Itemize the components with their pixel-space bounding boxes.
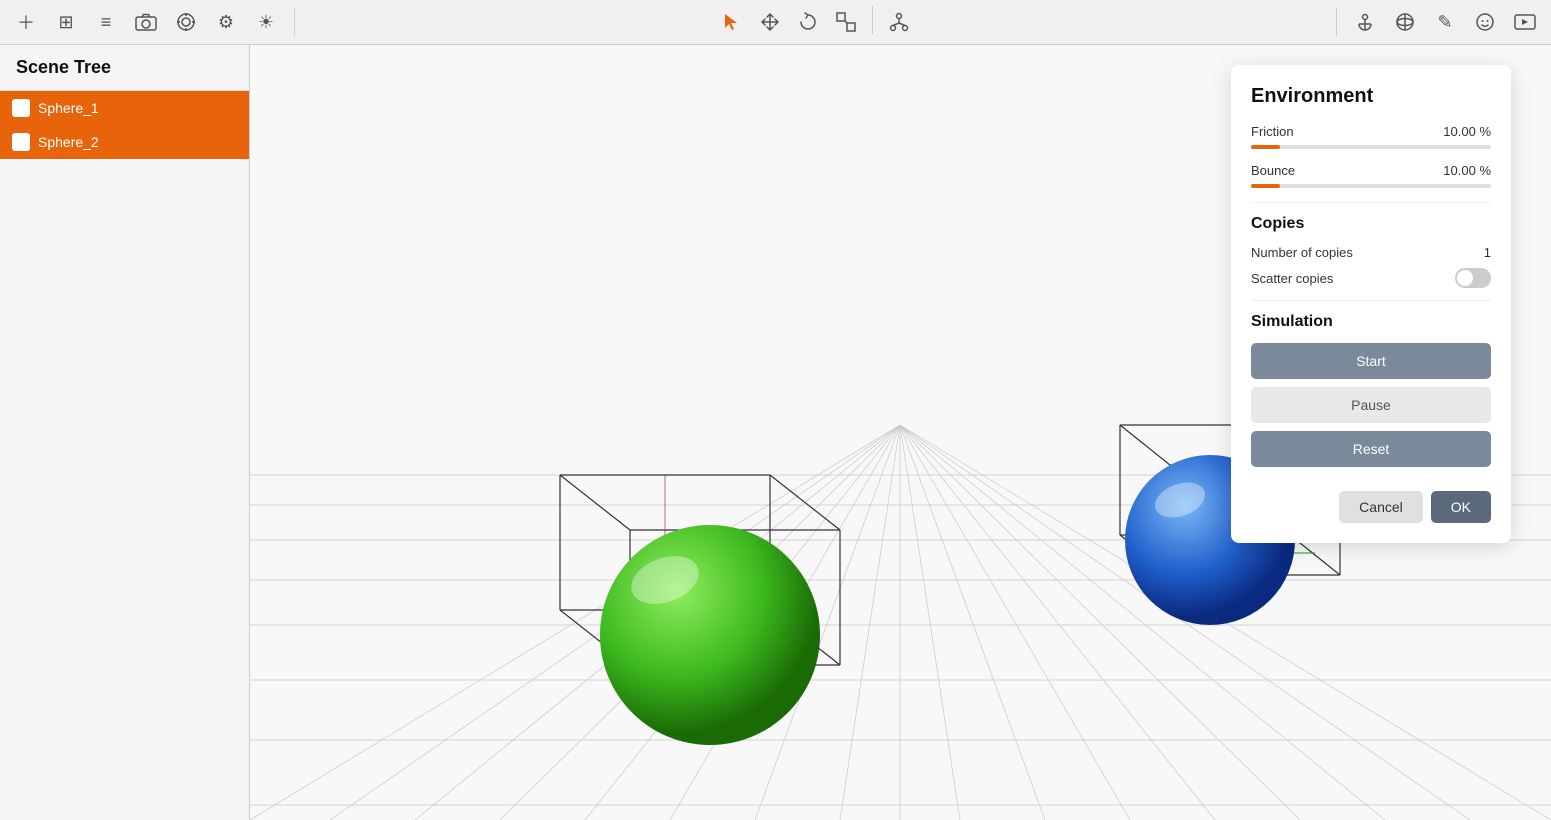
bounce-row: Bounce 10.00 % xyxy=(1251,163,1491,178)
hierarchy-tool[interactable] xyxy=(883,6,915,38)
divider-2 xyxy=(1251,300,1491,301)
scatter-copies-row: Scatter copies xyxy=(1251,268,1491,288)
sun-button[interactable]: ☀ xyxy=(250,6,282,38)
scene-item-sphere2[interactable]: Sphere_2 xyxy=(0,125,249,159)
environment-panel: Environment Friction 10.00 % Bounce 10.0… xyxy=(1231,65,1511,543)
grid-button[interactable]: ⊞ xyxy=(50,6,82,38)
physics-tool[interactable] xyxy=(1389,6,1421,38)
cancel-button[interactable]: Cancel xyxy=(1339,491,1423,523)
menu-button[interactable]: ≡ xyxy=(90,6,122,38)
friction-slider[interactable] xyxy=(1251,145,1491,149)
bounce-slider-fill xyxy=(1251,184,1280,188)
checkbox-sphere2[interactable] xyxy=(12,133,30,151)
face-tool[interactable] xyxy=(1469,6,1501,38)
simulation-title: Simulation xyxy=(1251,313,1491,331)
toolbar: ＋ ⊞ ≡ ⚙ ☀ ✎ xyxy=(0,0,1551,45)
friction-value: 10.00 % xyxy=(1443,124,1491,139)
scatter-copies-toggle[interactable] xyxy=(1455,268,1491,288)
scene-item-label-sphere2: Sphere_2 xyxy=(38,134,99,150)
scene-item-label-sphere1: Sphere_1 xyxy=(38,100,99,116)
start-button[interactable]: Start xyxy=(1251,343,1491,379)
number-of-copies-value: 1 xyxy=(1484,245,1491,260)
friction-row: Friction 10.00 % xyxy=(1251,124,1491,139)
friction-label: Friction xyxy=(1251,124,1294,139)
separator-2 xyxy=(872,6,873,34)
animation-tool[interactable] xyxy=(1509,6,1541,38)
camera-button[interactable] xyxy=(130,6,162,38)
edit-tool[interactable]: ✎ xyxy=(1429,6,1461,38)
bounce-label: Bounce xyxy=(1251,163,1295,178)
scale-tool[interactable] xyxy=(830,6,862,38)
scene-item-sphere1[interactable]: Sphere_1 xyxy=(0,91,249,125)
anchor-tool[interactable] xyxy=(1349,6,1381,38)
copies-title: Copies xyxy=(1251,215,1491,233)
settings-button[interactable]: ⚙ xyxy=(210,6,242,38)
sidebar: Scene Tree Sphere_1 Sphere_2 xyxy=(0,45,250,820)
bounce-value: 10.00 % xyxy=(1443,163,1491,178)
pause-button[interactable]: Pause xyxy=(1251,387,1491,423)
reset-button[interactable]: Reset xyxy=(1251,431,1491,467)
green-sphere[interactable] xyxy=(600,525,820,745)
divider-1 xyxy=(1251,202,1491,203)
panel-footer: Cancel OK xyxy=(1251,491,1491,523)
friction-slider-fill xyxy=(1251,145,1280,149)
target-button[interactable] xyxy=(170,6,202,38)
separator-1 xyxy=(294,8,295,36)
rotate-tool[interactable] xyxy=(792,6,824,38)
scene-tree-title: Scene Tree xyxy=(0,45,249,91)
number-of-copies-row: Number of copies 1 xyxy=(1251,245,1491,260)
cursor-tool[interactable] xyxy=(716,6,748,38)
environment-title: Environment xyxy=(1251,85,1491,108)
ok-button[interactable]: OK xyxy=(1431,491,1491,523)
checkbox-sphere1[interactable] xyxy=(12,99,30,117)
move-tool[interactable] xyxy=(754,6,786,38)
number-of-copies-label: Number of copies xyxy=(1251,245,1353,260)
scatter-copies-label: Scatter copies xyxy=(1251,271,1333,286)
add-button[interactable]: ＋ xyxy=(10,6,42,38)
bounce-slider[interactable] xyxy=(1251,184,1491,188)
separator-3 xyxy=(1336,8,1337,36)
